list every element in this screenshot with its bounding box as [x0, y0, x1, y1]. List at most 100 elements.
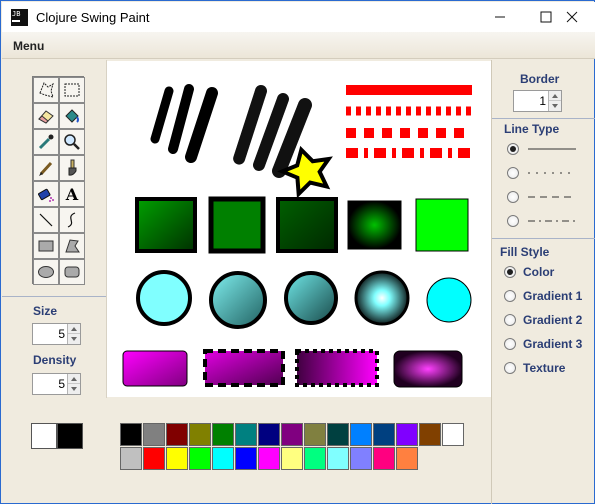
magnifier-icon[interactable] — [59, 129, 85, 155]
density-spinner[interactable]: 5 — [32, 373, 81, 395]
border-label: Border — [520, 72, 560, 86]
fill-bucket-icon[interactable] — [59, 103, 85, 129]
fill-style-gradient-3-radio[interactable]: Gradient 3 — [504, 336, 582, 352]
palette-swatch[interactable] — [212, 447, 234, 470]
palette-swatch[interactable] — [396, 447, 418, 470]
eraser-icon[interactable] — [33, 103, 59, 129]
radio-button[interactable] — [507, 143, 519, 155]
line-type-solid-radio[interactable] — [507, 141, 576, 157]
minimize-icon[interactable] — [477, 2, 523, 32]
ellipse-icon[interactable] — [33, 259, 59, 285]
fill-style-color-radio[interactable]: Color — [504, 264, 554, 280]
fill-style-texture-radio[interactable]: Texture — [504, 360, 565, 376]
menu-item-menu[interactable]: Menu — [13, 39, 44, 53]
palette-swatch[interactable] — [235, 423, 257, 446]
size-spinner[interactable]: 5 — [32, 323, 81, 345]
palette-swatch[interactable] — [120, 447, 142, 470]
palette-swatch[interactable] — [166, 423, 188, 446]
rect-select-icon[interactable] — [59, 77, 85, 103]
size-label: Size — [33, 304, 58, 318]
rounded-rect-icon[interactable] — [59, 259, 85, 285]
right-separator-2 — [492, 238, 595, 239]
radio-button[interactable] — [507, 167, 519, 179]
freeform-select-icon[interactable] — [33, 77, 59, 103]
radio-button[interactable] — [504, 314, 516, 326]
canvas-drawing — [122, 84, 472, 388]
fill-style-option-label: Gradient 3 — [523, 337, 583, 351]
fill-style-gradient-1-radio[interactable]: Gradient 1 — [504, 288, 582, 304]
palette-swatch[interactable] — [212, 423, 234, 446]
border-decrement-button[interactable] — [549, 101, 561, 111]
text-icon[interactable]: A — [59, 181, 85, 207]
palette-swatch[interactable] — [350, 447, 372, 470]
palette-swatch[interactable] — [350, 423, 372, 446]
border-spinner[interactable]: 1 — [513, 90, 562, 112]
rectangle-icon[interactable] — [33, 233, 59, 259]
palette-swatch[interactable] — [189, 423, 211, 446]
palette-swatch[interactable] — [373, 423, 395, 446]
radio-button[interactable] — [507, 215, 519, 227]
palette-swatch[interactable] — [396, 423, 418, 446]
radio-button[interactable] — [504, 362, 516, 374]
palette-swatch[interactable] — [281, 447, 303, 470]
palette-swatch[interactable] — [258, 447, 280, 470]
brush-icon[interactable] — [59, 155, 85, 181]
palette-swatch[interactable] — [419, 423, 441, 446]
density-label: Density — [33, 353, 77, 367]
line-icon[interactable] — [33, 207, 59, 233]
line-type-dotted-radio[interactable] — [507, 165, 576, 181]
fill-style-option-label: Gradient 2 — [523, 313, 583, 327]
right-separator-1 — [492, 118, 595, 119]
palette-swatch[interactable] — [304, 423, 326, 446]
eyedropper-icon[interactable] — [33, 129, 59, 155]
curve-icon[interactable] — [59, 207, 85, 233]
palette-swatch[interactable] — [304, 447, 326, 470]
line-type-dash-dot-radio[interactable] — [507, 213, 576, 229]
palette-swatch[interactable] — [327, 447, 349, 470]
tool-palette: A — [32, 76, 85, 285]
palette-swatch[interactable] — [189, 447, 211, 470]
palette-swatch[interactable] — [258, 423, 280, 446]
size-increment-button[interactable] — [68, 324, 80, 334]
palette-swatch[interactable] — [143, 447, 165, 470]
close-icon[interactable] — [549, 2, 595, 32]
fill-style-option-label: Color — [523, 265, 555, 279]
drawing-canvas[interactable] — [107, 61, 491, 397]
border-increment-button[interactable] — [549, 91, 561, 101]
palette-swatch[interactable] — [327, 423, 349, 446]
polygon-icon[interactable] — [59, 233, 85, 259]
radio-button[interactable] — [504, 266, 516, 278]
window-title: Clojure Swing Paint — [36, 10, 150, 25]
right-panel-border — [491, 60, 492, 504]
palette-swatch[interactable] — [281, 423, 303, 446]
palette-swatch[interactable] — [442, 423, 464, 446]
app-window: JB Clojure Swing Paint Menu A Size 5 Den… — [0, 0, 595, 504]
fill-style-option-label: Texture — [523, 361, 566, 375]
radio-button[interactable] — [504, 290, 516, 302]
palette-swatch[interactable] — [235, 447, 257, 470]
border-value: 1 — [539, 94, 546, 108]
density-decrement-button[interactable] — [68, 384, 80, 394]
canvas-left-border — [106, 60, 107, 398]
size-decrement-button[interactable] — [68, 334, 80, 344]
title-bar: JB Clojure Swing Paint — [2, 2, 595, 32]
palette-swatch[interactable] — [143, 423, 165, 446]
density-increment-button[interactable] — [68, 374, 80, 384]
radio-button[interactable] — [504, 338, 516, 350]
size-value: 5 — [58, 327, 65, 341]
fill-style-gradient-2-radio[interactable]: Gradient 2 — [504, 312, 582, 328]
primary-color-box[interactable] — [31, 423, 57, 449]
pencil-icon[interactable] — [33, 155, 59, 181]
density-value: 5 — [58, 377, 65, 391]
palette-swatch[interactable] — [373, 447, 395, 470]
secondary-color-box[interactable] — [57, 423, 83, 449]
palette-swatch[interactable] — [166, 447, 188, 470]
airbrush-icon[interactable] — [33, 181, 59, 207]
color-palette — [120, 423, 465, 471]
left-separator — [2, 296, 106, 297]
text-tool-glyph: A — [65, 184, 79, 204]
line-type-dashed-radio[interactable] — [507, 189, 576, 205]
radio-button[interactable] — [507, 191, 519, 203]
line-type-label: Line Type — [504, 122, 560, 136]
palette-swatch[interactable] — [120, 423, 142, 446]
